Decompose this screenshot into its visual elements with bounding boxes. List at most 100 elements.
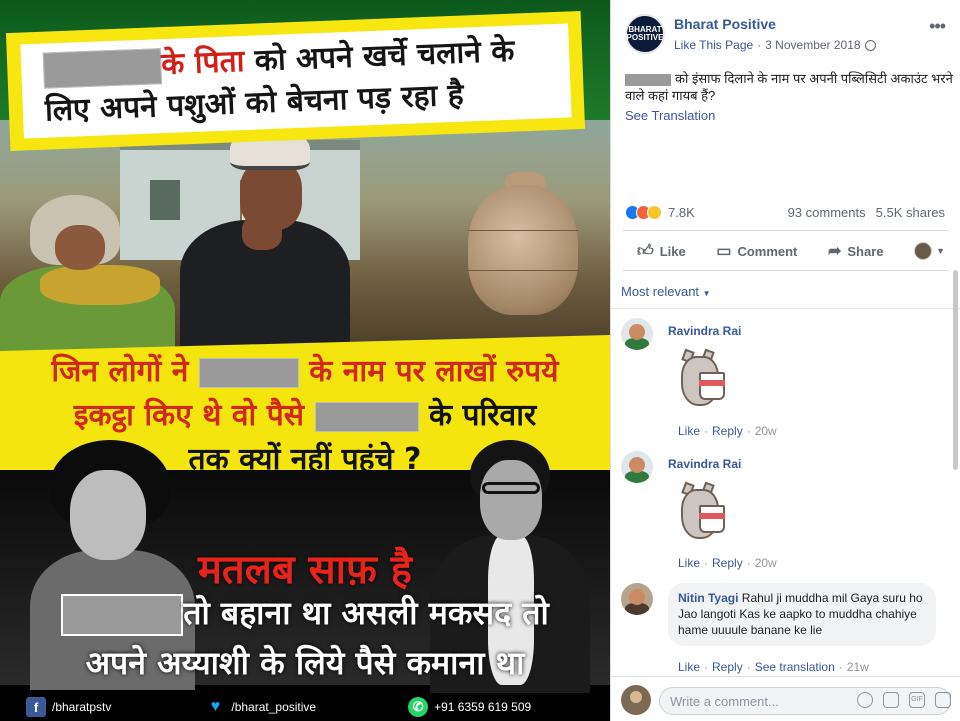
bottom-text-line-2: अपने अय्याशी के लिये पैसे कमाना था [85,644,525,682]
reactions-row: 7.8K 93 comments 5.5K shares [625,203,945,221]
pot-crack [468,270,578,271]
see-translation-link[interactable]: See Translation [625,108,715,123]
comment-item: Ravindra Rai Like · Reply · 20w [621,451,951,577]
comment-bubble: Nitin Tyagi Rahul ji muddha mil Gaya sur… [668,583,936,646]
comment-meta: Like · Reply · 20w [678,556,777,570]
mid-text: जिन लोगों ने [51,354,189,389]
scrollbar[interactable] [953,270,958,470]
redacted-name [61,594,184,636]
page-meta: Like This Page · 3 November 2018 [674,38,876,52]
mid-text: इकट्ठा किए थे वो पैसे [73,398,305,433]
page-avatar[interactable]: BHARAT POSITIVE [625,14,665,54]
comment-like-link[interactable]: Like [678,556,700,570]
post-sidebar: BHARAT POSITIVE Bharat Positive Like Thi… [610,0,960,721]
redacted-name [314,401,419,432]
comment-see-translation-link[interactable]: See translation [755,660,835,674]
comment-input-placeholder: Write a comment... [670,693,779,709]
post-header: BHARAT POSITIVE Bharat Positive Like Thi… [611,0,960,64]
comments-count[interactable]: 93 comments [788,205,866,220]
separator-dot: · [746,424,751,438]
page-name-link[interactable]: Bharat Positive [674,16,776,32]
globe-icon [864,39,876,51]
twitter-icon: ♥ [210,698,221,715]
comment-sort-label: Most relevant [621,284,700,299]
redacted-name [625,73,671,86]
footer-facebook: f /bharatpstv [26,697,111,717]
post-as-selector[interactable]: ▼ [914,242,945,260]
commenter-name[interactable]: Ravindra Rai [668,324,741,338]
like-button[interactable]: 👍︎ Like [637,242,686,261]
comment-button[interactable]: ▭ Comment [716,241,797,261]
seated-man [170,120,350,350]
screenshot: के पिता को अपने खर्चे चलाने के लिए अपने … [0,0,960,721]
post-text-body: को इंसाफ दिलाने के नाम पर अपनी पब्लिसिटी… [625,71,953,103]
comment-time[interactable]: 21w [847,660,869,674]
avatar[interactable] [621,451,653,483]
avatar[interactable] [621,583,653,615]
avatar [914,242,933,260]
post-date[interactable]: 3 November 2018 [765,38,860,52]
clay-pot [468,185,578,315]
divider [611,308,960,309]
caret-down-icon: ▼ [702,289,711,298]
comment-item: Nitin Tyagi Rahul ji muddha mil Gaya sur… [621,583,951,675]
avatar[interactable] [621,318,653,350]
emoji-icon[interactable] [857,692,873,708]
post-image[interactable]: के पिता को अपने खर्चे चलाने के लिए अपने … [0,0,610,721]
bottom-text-line-1: तो बहाना था असली मकसद तो [183,594,549,632]
commenter-name[interactable]: Nitin Tyagi [678,591,738,605]
avatar [621,685,651,715]
facebook-icon: f [26,697,46,717]
like-this-page-link[interactable]: Like This Page [674,38,753,52]
comment-button-label: Comment [737,243,798,259]
mid-text: के परिवार [428,398,537,433]
separator-dot: · [704,556,709,570]
clear-meaning-text: मतलब साफ़ है [197,547,412,593]
comment-item: Ravindra Rai Like · Reply · 20w [621,318,951,444]
caret-down-icon: ▼ [936,246,945,256]
comment-sort-dropdown[interactable]: Most relevant ▼ [621,284,711,299]
footer-twitter: ♥ /bharat_positive [205,697,316,717]
separator-dot: · [746,660,751,674]
divider [623,230,949,231]
whatsapp-icon: ✆ [408,697,429,717]
poster-footer: f /bharatpstv ♥ /bharat_positive ✆ +91 6… [0,693,610,721]
seated-woman [0,180,180,355]
comment-icon: ▭ [716,243,732,260]
separator-dot: · [704,424,709,438]
comment-like-link[interactable]: Like [678,660,700,674]
redacted-name [42,47,163,89]
share-button[interactable]: ➦ Share [828,241,884,261]
more-options-icon[interactable]: ••• [929,16,946,37]
top-banner-red-text: के पिता [160,43,246,83]
post-actions: 👍︎ Like ▭ Comment ➦ Share ▼ [623,234,949,268]
footer-whatsapp-number: +91 6359 619 509 [434,700,532,714]
thumbs-up-icon: 👍︎ [637,242,654,260]
comment-time[interactable]: 20w [755,556,777,570]
redacted-name [198,357,299,388]
footer-whatsapp: ✆ +91 6359 619 509 [408,697,531,717]
commenter-name[interactable]: Ravindra Rai [668,457,741,471]
divider [623,270,949,271]
camera-icon[interactable] [883,692,899,708]
comment-reply-link[interactable]: Reply [712,556,743,570]
comment-reply-link[interactable]: Reply [712,660,743,674]
share-icon: ➦ [827,243,842,260]
page-avatar-text: BHARAT POSITIVE [626,25,664,42]
gif-icon[interactable]: GIF [909,692,925,708]
bottom-text: तो बहाना था असली मकसद तो अपने अय्याशी के… [0,588,610,688]
like-button-label: Like [659,243,686,259]
cat-noodle-sticker [673,342,733,410]
post-text: को इंसाफ दिलाने के नाम पर अपनी पब्लिसिटी… [625,70,955,104]
top-banner-text: को अपने खर्चे चलाने के [243,33,515,79]
top-banner: के पिता को अपने खर्चे चलाने के लिए अपने … [5,11,586,151]
reactions-count[interactable]: 7.8K [668,205,695,220]
sticker-icon[interactable] [935,692,951,708]
composer-icons: GIF [857,692,951,708]
footer-twitter-handle: /bharat_positive [231,700,317,714]
comment-time[interactable]: 20w [755,424,777,438]
shares-count[interactable]: 5.5K shares [876,205,945,220]
comment-reply-link[interactable]: Reply [712,424,743,438]
footer-facebook-handle: /bharatpstv [52,700,112,714]
comment-like-link[interactable]: Like [678,424,700,438]
